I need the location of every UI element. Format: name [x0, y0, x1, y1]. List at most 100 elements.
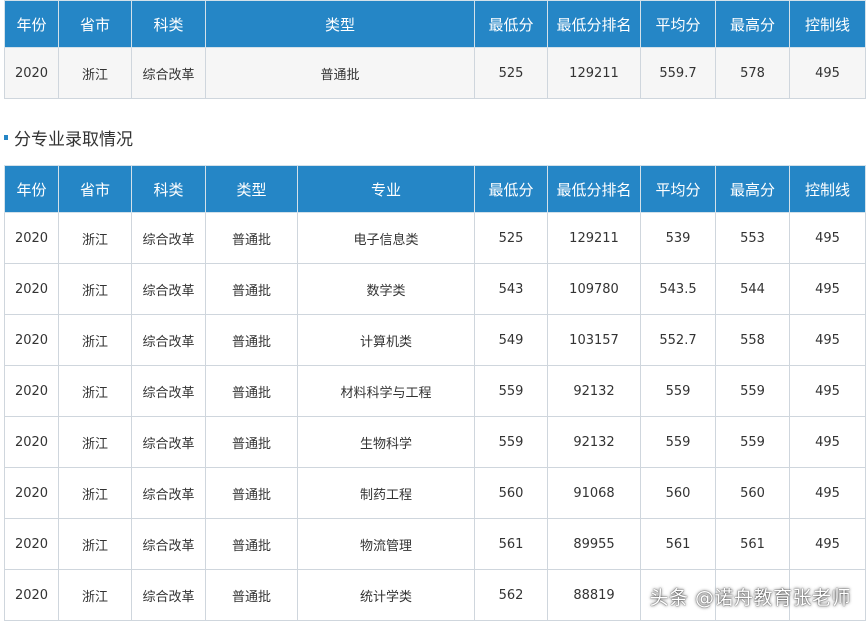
cell-avg-score: 539 — [640, 212, 716, 264]
cell-category: 综合改革 — [131, 47, 206, 99]
major-header-row: 年份 省市 科类 类型 专业 最低分 最低分排名 平均分 最高分 控制线 — [4, 165, 866, 213]
cell-category: 综合改革 — [131, 467, 206, 519]
cell-category: 综合改革 — [131, 314, 206, 366]
cell-min-score: 559 — [474, 416, 548, 468]
cell-year: 2020 — [4, 212, 59, 264]
cell-type: 普通批 — [205, 518, 298, 570]
cell-major: 统计学类 — [297, 569, 475, 621]
cell-province: 浙江 — [58, 467, 132, 519]
cell-category: 综合改革 — [131, 569, 206, 621]
cell-min-score: 560 — [474, 467, 548, 519]
cell-max-score: 553 — [715, 212, 790, 264]
table-row: 2020 浙江 综合改革 普通批 物流管理 561 89955 561 561 495 — [4, 518, 866, 570]
table-row: 2020 浙江 综合改革 普通批 数学类 543 109780 543.5 544 495 — [4, 263, 866, 315]
cell-province: 浙江 — [58, 47, 132, 99]
watermark: 头条 @诺舟教育张老师 — [649, 587, 851, 609]
summary-header-category: 科类 — [131, 0, 206, 48]
cell-min-score: 562 — [474, 569, 548, 621]
cell-type: 普通批 — [205, 212, 298, 264]
cell-min-score: 525 — [474, 47, 548, 99]
cell-major: 材料科学与工程 — [297, 365, 475, 417]
cell-province: 浙江 — [58, 365, 132, 417]
cell-min-rank: 91068 — [547, 467, 641, 519]
cell-min-score: 561 — [474, 518, 548, 570]
cell-year: 2020 — [4, 365, 59, 417]
cell-major: 计算机类 — [297, 314, 475, 366]
cell-major: 电子信息类 — [297, 212, 475, 264]
cell-year: 2020 — [4, 467, 59, 519]
summary-header-max-score: 最高分 — [715, 0, 790, 48]
table-row: 2020 浙江 综合改革 普通批 计算机类 549 103157 552.7 558 495 — [4, 314, 866, 366]
cell-min-rank: 109780 — [547, 263, 641, 315]
cell-max-score: 560 — [715, 467, 790, 519]
major-header-control-line: 控制线 — [789, 165, 866, 213]
cell-control-line: 495 — [789, 416, 866, 468]
cell-province: 浙江 — [58, 212, 132, 264]
cell-type: 普通批 — [205, 365, 298, 417]
cell-control-line: 495 — [789, 518, 866, 570]
cell-province: 浙江 — [58, 569, 132, 621]
table-row: 2020 浙江 综合改革 普通批 制药工程 560 91068 560 560 495 — [4, 467, 866, 519]
cell-min-score: 549 — [474, 314, 548, 366]
summary-header-control-line: 控制线 — [789, 0, 866, 48]
major-header-major: 专业 — [297, 165, 475, 213]
cell-max-score: 578 — [715, 47, 790, 99]
cell-avg-score: 543.5 — [640, 263, 716, 315]
cell-category: 综合改革 — [131, 518, 206, 570]
cell-min-score: 525 — [474, 212, 548, 264]
major-table: 年份 省市 科类 类型 专业 最低分 最低分排名 平均分 最高分 控制线 202… — [4, 165, 866, 621]
cell-min-score: 559 — [474, 365, 548, 417]
cell-min-score: 543 — [474, 263, 548, 315]
cell-year: 2020 — [4, 518, 59, 570]
cell-category: 综合改革 — [131, 263, 206, 315]
cell-year: 2020 — [4, 263, 59, 315]
major-header-year: 年份 — [4, 165, 59, 213]
cell-max-score: 558 — [715, 314, 790, 366]
summary-header-type: 类型 — [205, 0, 475, 48]
cell-type: 普通批 — [205, 416, 298, 468]
cell-control-line: 495 — [789, 365, 866, 417]
cell-major: 数学类 — [297, 263, 475, 315]
summary-header-avg-score: 平均分 — [640, 0, 716, 48]
cell-province: 浙江 — [58, 263, 132, 315]
cell-year: 2020 — [4, 314, 59, 366]
cell-year: 2020 — [4, 47, 59, 99]
major-header-province: 省市 — [58, 165, 132, 213]
cell-min-rank: 92132 — [547, 365, 641, 417]
section-title: 分专业录取情况 — [14, 129, 133, 150]
cell-max-score: 559 — [715, 416, 790, 468]
cell-avg-score: 559 — [640, 365, 716, 417]
cell-max-score: 544 — [715, 263, 790, 315]
cell-year: 2020 — [4, 569, 59, 621]
cell-control-line: 495 — [789, 467, 866, 519]
cell-max-score: 559 — [715, 365, 790, 417]
table-row: 2020 浙江 综合改革 普通批 材料科学与工程 559 92132 559 559 495 — [4, 365, 866, 417]
cell-type: 普通批 — [205, 314, 298, 366]
cell-major: 制药工程 — [297, 467, 475, 519]
major-header-avg-score: 平均分 — [640, 165, 716, 213]
cell-type: 普通批 — [205, 263, 298, 315]
cell-min-rank: 129211 — [547, 212, 641, 264]
table-row: 2020 浙江 综合改革 普通批 525 129211 559.7 578 49… — [4, 47, 866, 99]
cell-province: 浙江 — [58, 416, 132, 468]
cell-category: 综合改革 — [131, 212, 206, 264]
major-header-type: 类型 — [205, 165, 298, 213]
summary-header-row: 年份 省市 科类 类型 最低分 最低分排名 平均分 最高分 控制线 — [4, 0, 866, 48]
cell-control-line: 495 — [789, 47, 866, 99]
cell-major: 物流管理 — [297, 518, 475, 570]
major-header-min-score: 最低分 — [474, 165, 548, 213]
cell-type: 普通批 — [205, 467, 298, 519]
section-marker-icon — [4, 134, 8, 140]
cell-avg-score: 561 — [640, 518, 716, 570]
major-header-min-rank: 最低分排名 — [547, 165, 641, 213]
cell-year: 2020 — [4, 416, 59, 468]
major-table-body: 2020 浙江 综合改革 普通批 电子信息类 525 129211 539 553 495 2020… — [4, 212, 866, 621]
cell-category: 综合改革 — [131, 416, 206, 468]
summary-header-year: 年份 — [4, 0, 59, 48]
cell-min-rank: 92132 — [547, 416, 641, 468]
cell-avg-score: 552.7 — [640, 314, 716, 366]
cell-avg-score: 559.7 — [640, 47, 716, 99]
cell-type: 普通批 — [205, 47, 475, 99]
summary-header-province: 省市 — [58, 0, 132, 48]
table-row: 2020 浙江 综合改革 普通批 电子信息类 525 129211 539 553 495 — [4, 212, 866, 264]
